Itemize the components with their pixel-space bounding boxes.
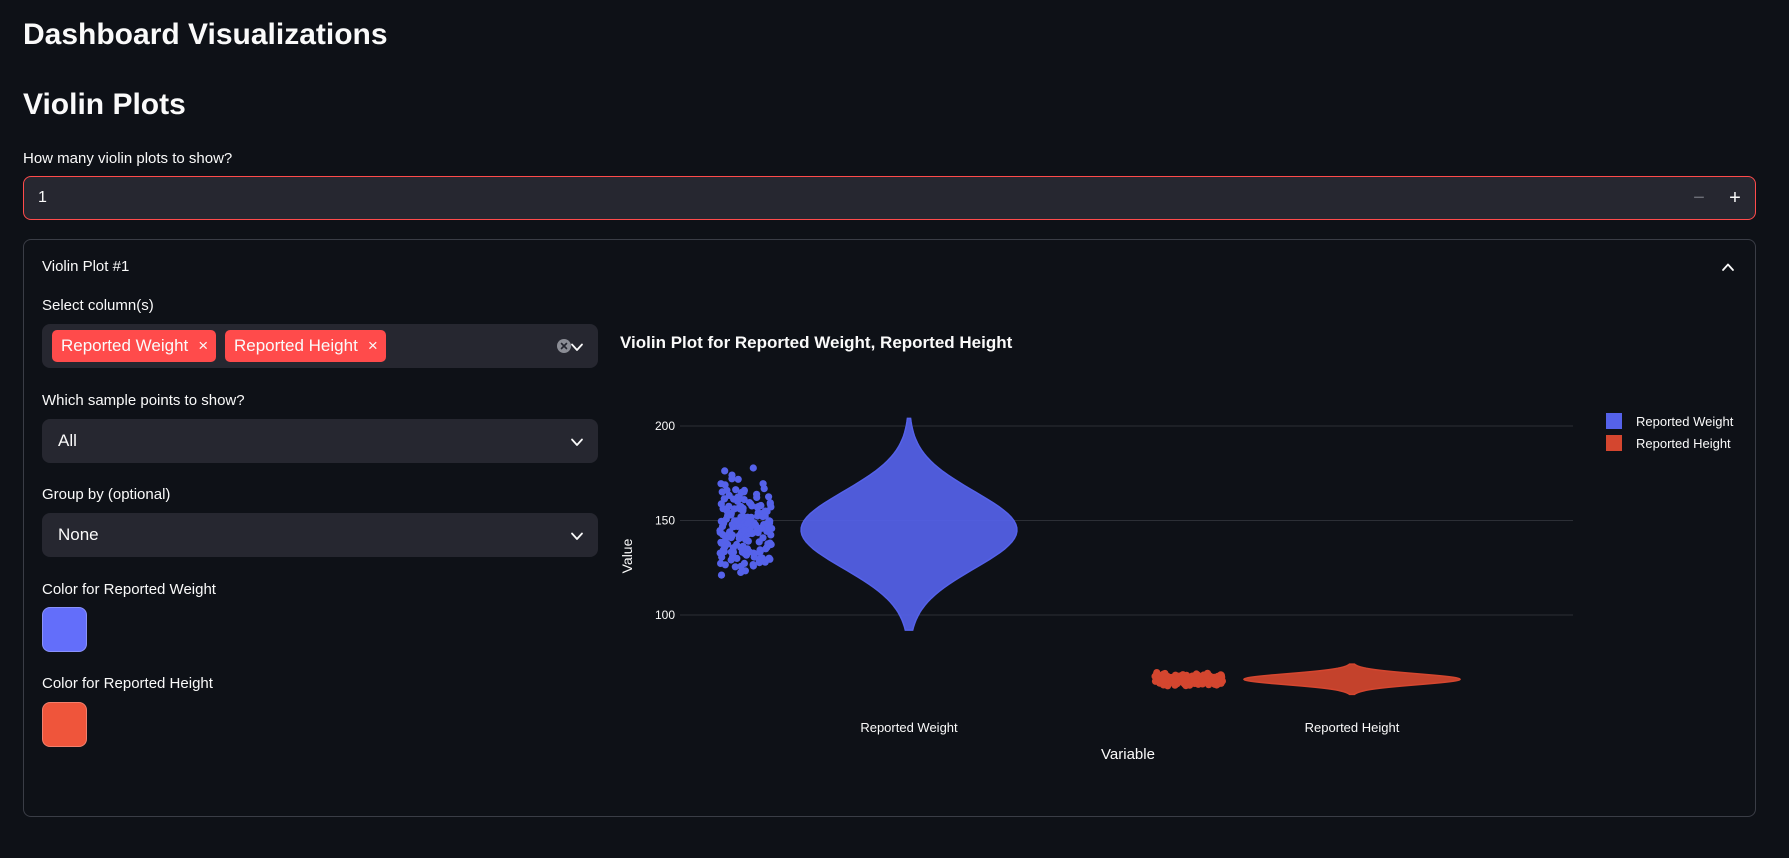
chevron-down-icon[interactable] bbox=[570, 340, 584, 354]
expander-title: Violin Plot #1 bbox=[42, 258, 130, 275]
remove-tag-icon[interactable]: × bbox=[368, 336, 378, 356]
chevron-up-icon bbox=[1722, 263, 1734, 271]
points-select[interactable]: All bbox=[42, 419, 598, 463]
chevron-down-icon bbox=[571, 438, 583, 446]
group-label: Group by (optional) bbox=[42, 486, 171, 503]
violin-plot-expander: Violin Plot #1 Select column(s) Reported… bbox=[23, 239, 1756, 817]
color1-label: Color for Reported Weight bbox=[42, 581, 216, 598]
color-picker-reported-weight[interactable] bbox=[42, 607, 87, 652]
group-select-value: None bbox=[58, 525, 99, 544]
count-number-input: − + bbox=[23, 176, 1756, 220]
section-title: Violin Plots bbox=[23, 88, 186, 121]
count-input-field[interactable] bbox=[38, 177, 1638, 219]
color-picker-reported-height[interactable] bbox=[42, 702, 87, 747]
columns-multiselect[interactable]: Reported Weight × Reported Height × bbox=[42, 324, 598, 368]
tag-label: Reported Height bbox=[234, 336, 358, 355]
count-label: How many violin plots to show? bbox=[23, 150, 233, 167]
expander-header[interactable]: Violin Plot #1 bbox=[24, 240, 1755, 294]
remove-tag-icon[interactable]: × bbox=[198, 336, 208, 356]
tag-label: Reported Weight bbox=[61, 336, 189, 355]
group-select[interactable]: None bbox=[42, 513, 598, 557]
column-tag-reported-height: Reported Height × bbox=[225, 330, 386, 362]
increment-button[interactable]: + bbox=[1717, 177, 1753, 219]
column-tag-reported-weight: Reported Weight × bbox=[52, 330, 217, 362]
decrement-button[interactable]: − bbox=[1681, 177, 1717, 219]
chevron-down-icon bbox=[571, 532, 583, 540]
points-label: Which sample points to show? bbox=[42, 392, 245, 409]
points-select-value: All bbox=[58, 431, 77, 450]
color2-label: Color for Reported Height bbox=[42, 675, 213, 692]
columns-label: Select column(s) bbox=[42, 297, 154, 314]
page-title: Dashboard Visualizations bbox=[23, 18, 388, 51]
